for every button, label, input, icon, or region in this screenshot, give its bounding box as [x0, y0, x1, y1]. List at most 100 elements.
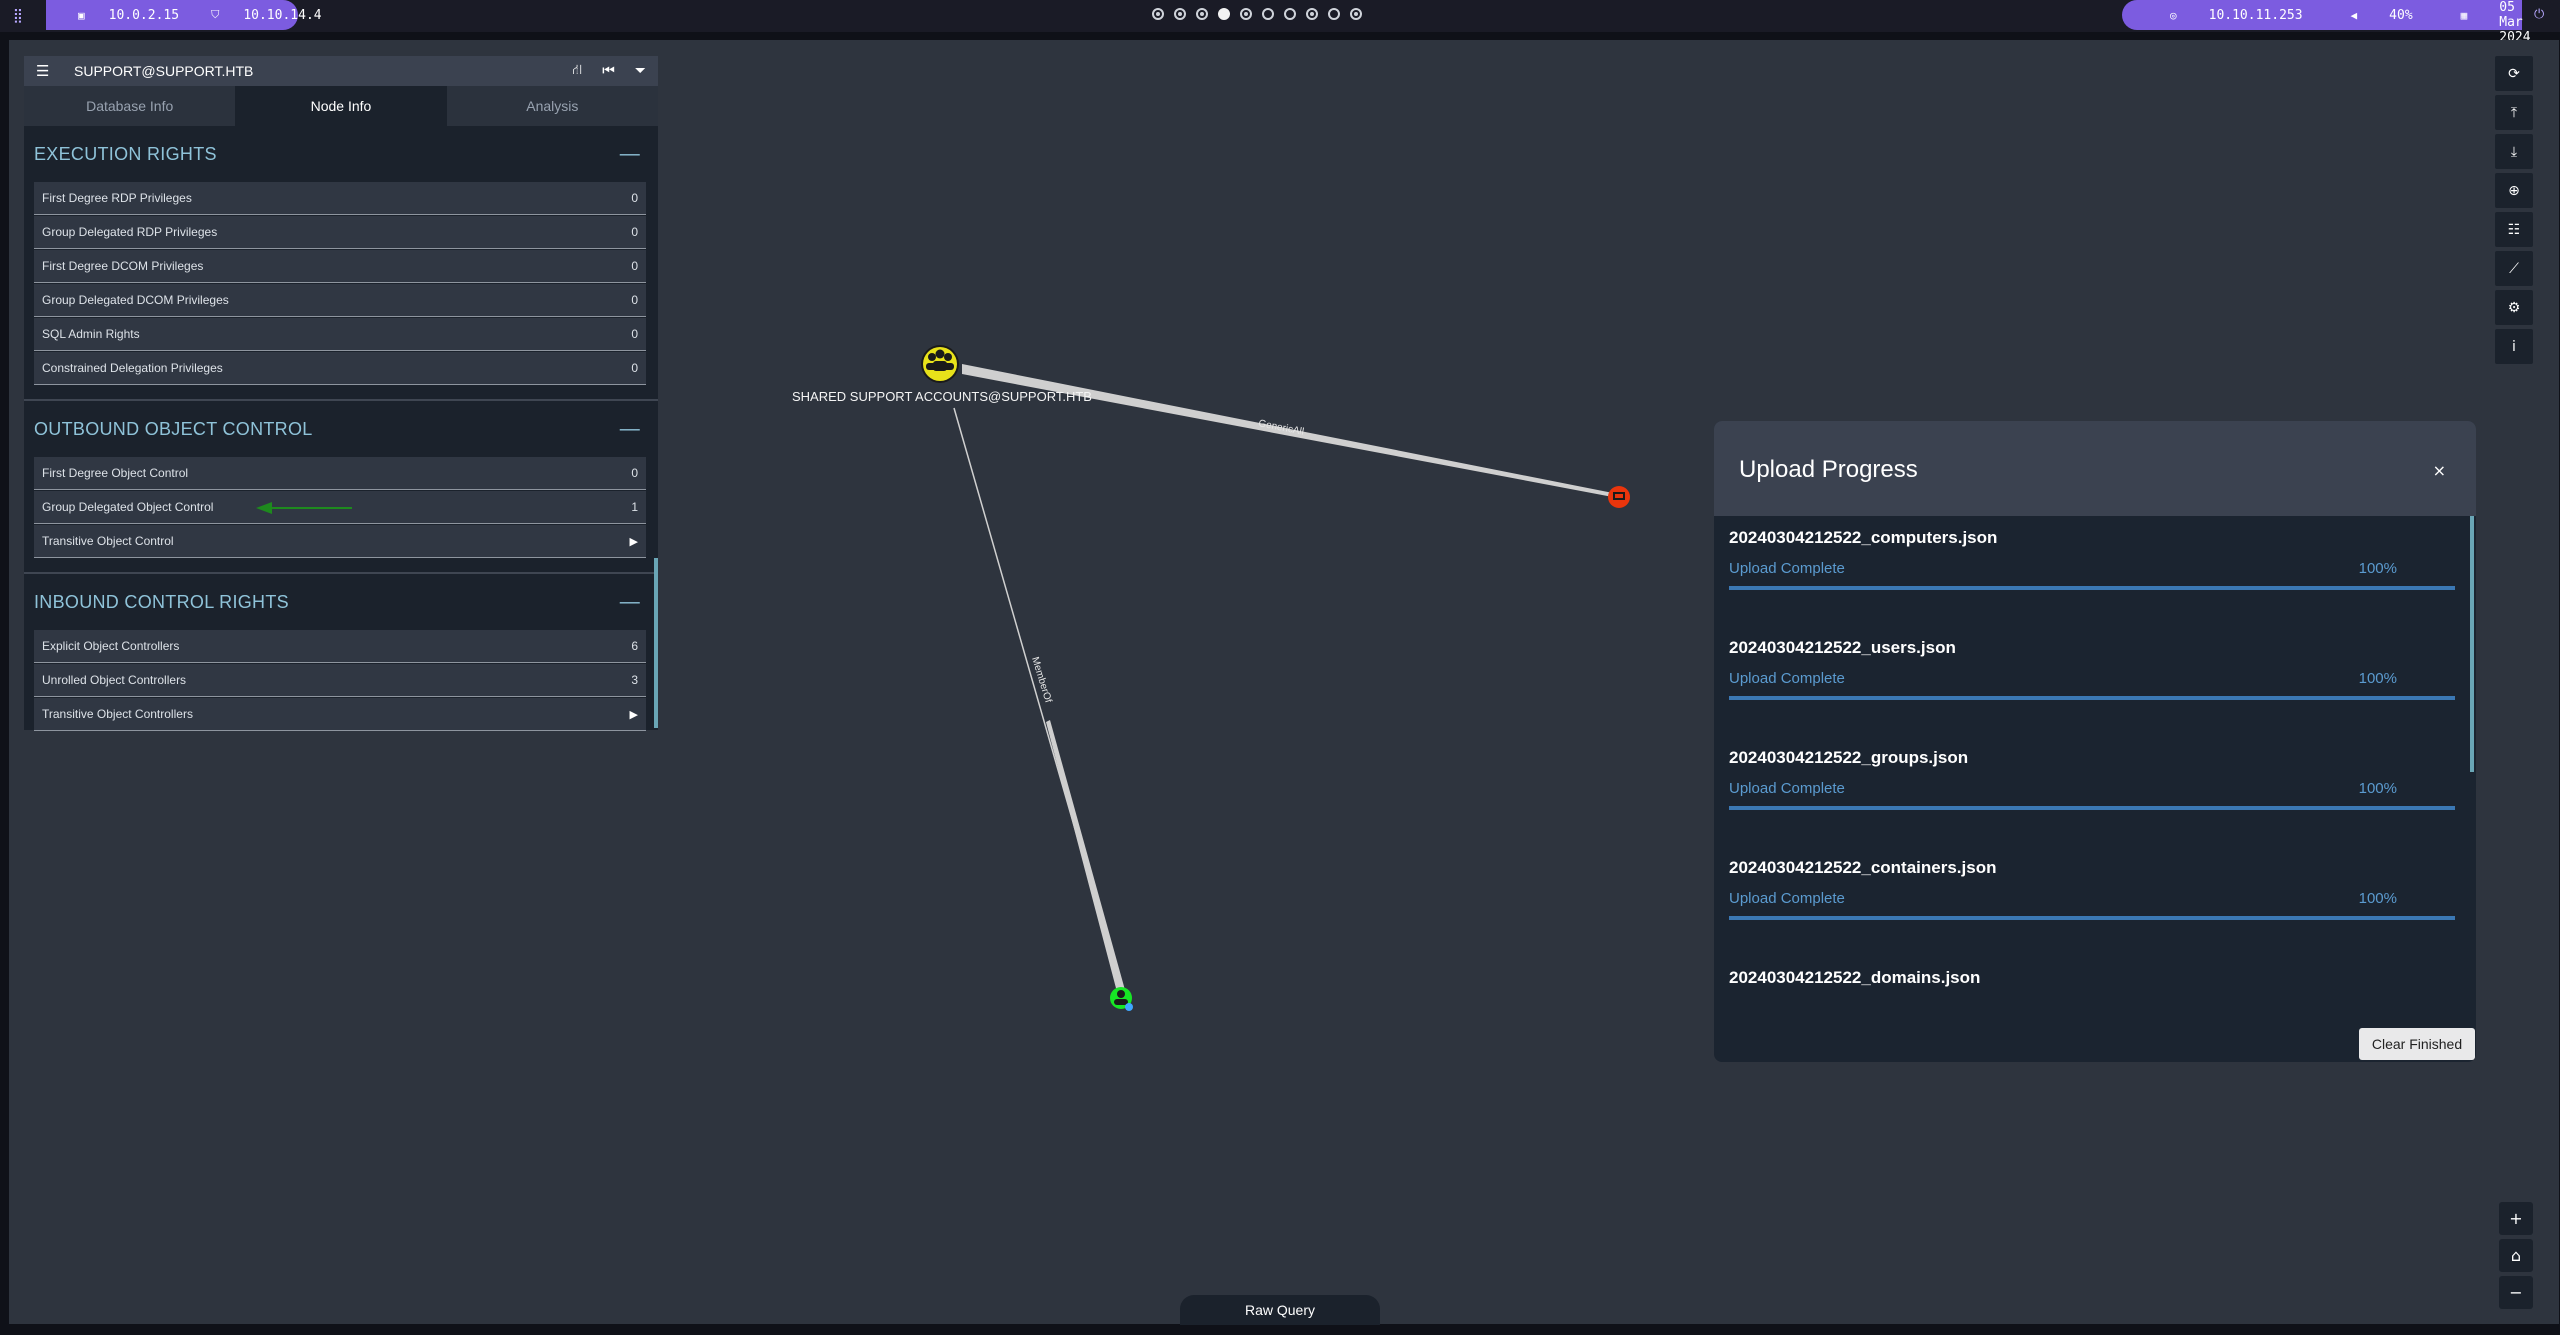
user-node[interactable] — [1110, 987, 1133, 1011]
panel-scrollbar[interactable] — [654, 558, 658, 728]
row-label: SQL Admin Rights — [42, 327, 140, 341]
selected-node-name: SUPPORT@SUPPORT.HTB — [74, 63, 254, 79]
row-constrained-delegation[interactable]: Constrained Delegation Privileges 0 — [34, 352, 646, 385]
upload-progress-modal: Upload Progress × 20240304212522_compute… — [1714, 421, 2476, 1062]
right-toolbar: ⟳ ⤒ ⤓ ⊕ ☷ ⟋ ⚙ i — [2495, 56, 2533, 364]
chart-icon[interactable]: ⟋ — [2495, 251, 2533, 286]
settings-gears-icon[interactable]: ⚙ — [2495, 290, 2533, 325]
progress-fill — [1729, 696, 2455, 700]
progress-fill — [1729, 586, 2455, 590]
row-sql-admin[interactable]: SQL Admin Rights 0 — [34, 318, 646, 351]
row-label: First Degree Object Control — [42, 466, 189, 480]
row-value: 1 — [631, 500, 638, 514]
green-arrow-icon — [256, 502, 352, 514]
upload-item: 20240304212522_containers.json Upload Co… — [1729, 858, 2455, 920]
tab-node-info[interactable]: Node Info — [235, 86, 447, 126]
row-first-degree-object-control[interactable]: First Degree Object Control 0 — [34, 457, 646, 490]
section-execution-rights: EXECUTION RIGHTS — First Degree RDP Priv… — [24, 126, 658, 385]
close-icon[interactable]: × — [2433, 461, 2446, 480]
row-label: First Degree RDP Privileges — [42, 191, 192, 205]
raw-query-button[interactable]: Raw Query — [1180, 1295, 1380, 1325]
progress-bar — [1729, 586, 2455, 590]
back-icon[interactable]: ⏮ — [602, 63, 615, 79]
edge-memberof[interactable] — [1046, 720, 1125, 992]
row-label: First Degree DCOM Privileges — [42, 259, 204, 273]
upload-item: 20240304212522_computers.json Upload Com… — [1729, 528, 2455, 590]
row-value: 0 — [631, 293, 638, 307]
upload-percent: 100% — [2358, 670, 2397, 687]
zoom-in-icon[interactable]: + — [2499, 1202, 2533, 1235]
upload-file-name: 20240304212522_users.json — [1729, 638, 1956, 657]
upload-percent: 100% — [2358, 780, 2397, 797]
user-icon — [1117, 990, 1125, 998]
group-node-label: SHARED SUPPORT ACCOUNTS@SUPPORT.HTB — [792, 389, 1092, 404]
node-info-panel: ☰ SUPPORT@SUPPORT.HTB ⛙ ⏮ ⏷ Database Inf… — [24, 56, 658, 731]
modal-scrollbar[interactable] — [2470, 516, 2474, 772]
row-label: Group Delegated Object Control — [42, 500, 214, 514]
row-unrolled-object-controllers[interactable]: Unrolled Object Controllers 3 — [34, 664, 646, 697]
filter-icon[interactable]: ⏷ — [635, 63, 646, 79]
upload-icon[interactable]: ⤒ — [2495, 95, 2533, 130]
tab-database-info[interactable]: Database Info — [24, 86, 236, 126]
progress-bar — [1729, 916, 2455, 920]
row-transitive-object-control[interactable]: Transitive Object Control ▶ — [34, 525, 646, 558]
upload-status: Upload Complete — [1729, 890, 1845, 907]
collapse-icon[interactable]: — — [620, 591, 640, 614]
row-value: 0 — [631, 361, 638, 375]
collapse-icon[interactable]: — — [620, 418, 640, 441]
download-icon[interactable]: ⤓ — [2495, 134, 2533, 169]
panel-header: ☰ SUPPORT@SUPPORT.HTB ⛙ ⏮ ⏷ — [24, 56, 658, 86]
row-value: 0 — [631, 466, 638, 480]
row-explicit-object-controllers[interactable]: Explicit Object Controllers 6 — [34, 630, 646, 663]
upload-item: 20240304212522_domains.json — [1729, 968, 2455, 988]
upload-percent: 100% — [2358, 890, 2397, 907]
section-title-outbound: OUTBOUND OBJECT CONTROL — [34, 418, 313, 439]
group-node[interactable] — [921, 345, 959, 383]
row-first-degree-dcom[interactable]: First Degree DCOM Privileges 0 — [34, 250, 646, 283]
pathfinding-icon[interactable]: ⛙ — [572, 62, 582, 80]
row-label: Transitive Object Controllers — [42, 707, 193, 721]
section-title-inbound: INBOUND CONTROL RIGHTS — [34, 591, 289, 612]
modal-header: Upload Progress × — [1714, 421, 2476, 516]
computer-node[interactable] — [1608, 486, 1630, 508]
row-group-delegated-object-control[interactable]: Group Delegated Object Control 1 — [34, 491, 646, 524]
row-value: 0 — [631, 191, 638, 205]
modal-title: Upload Progress — [1739, 456, 1918, 483]
upload-percent: 100% — [2358, 560, 2397, 577]
expand-arrow-icon[interactable]: ▶ — [630, 535, 638, 548]
edge-label-genericall: GenericAll — [1257, 418, 1304, 438]
tab-analysis[interactable]: Analysis — [446, 86, 658, 126]
zoom-controls: + ⌂ − — [2499, 1202, 2533, 1309]
progress-bar — [1729, 806, 2455, 810]
row-group-delegated-dcom[interactable]: Group Delegated DCOM Privileges 0 — [34, 284, 646, 317]
row-transitive-object-controllers[interactable]: Transitive Object Controllers ▶ — [34, 698, 646, 731]
collapse-icon[interactable]: — — [620, 143, 640, 166]
upload-status: Upload Complete — [1729, 780, 1845, 797]
section-outbound-object-control: OUTBOUND OBJECT CONTROL — First Degree O… — [24, 401, 658, 558]
row-label: Constrained Delegation Privileges — [42, 361, 223, 375]
clear-finished-button[interactable]: Clear Finished — [2359, 1028, 2475, 1060]
expand-arrow-icon[interactable]: ▶ — [630, 708, 638, 721]
upload-file-name: 20240304212522_computers.json — [1729, 528, 1998, 547]
hamburger-menu-icon[interactable]: ☰ — [36, 62, 54, 80]
zoom-out-icon[interactable]: − — [2499, 1276, 2533, 1309]
row-label: Unrolled Object Controllers — [42, 673, 187, 687]
row-value: 0 — [631, 327, 638, 341]
upload-file-name: 20240304212522_containers.json — [1729, 858, 1997, 877]
row-label: Explicit Object Controllers — [42, 639, 180, 653]
section-title-execution: EXECUTION RIGHTS — [34, 143, 217, 164]
refresh-icon[interactable]: ⟳ — [2495, 56, 2533, 91]
row-value: 6 — [631, 639, 638, 653]
panel-tabs: Database Info Node Info Analysis — [24, 86, 658, 126]
upload-status: Upload Complete — [1729, 560, 1845, 577]
upload-file-name: 20240304212522_groups.json — [1729, 748, 1969, 767]
row-label: Transitive Object Control — [42, 534, 174, 548]
home-icon[interactable]: ⌂ — [2499, 1239, 2533, 1272]
info-icon[interactable]: i — [2495, 329, 2533, 364]
query-list-icon[interactable]: ☷ — [2495, 212, 2533, 247]
row-first-degree-rdp[interactable]: First Degree RDP Privileges 0 — [34, 182, 646, 215]
upload-list[interactable]: 20240304212522_computers.json Upload Com… — [1714, 516, 2476, 1016]
upload-data-icon[interactable]: ⊕ — [2495, 173, 2533, 208]
row-value: 3 — [631, 673, 638, 687]
row-group-delegated-rdp[interactable]: Group Delegated RDP Privileges 0 — [34, 216, 646, 249]
